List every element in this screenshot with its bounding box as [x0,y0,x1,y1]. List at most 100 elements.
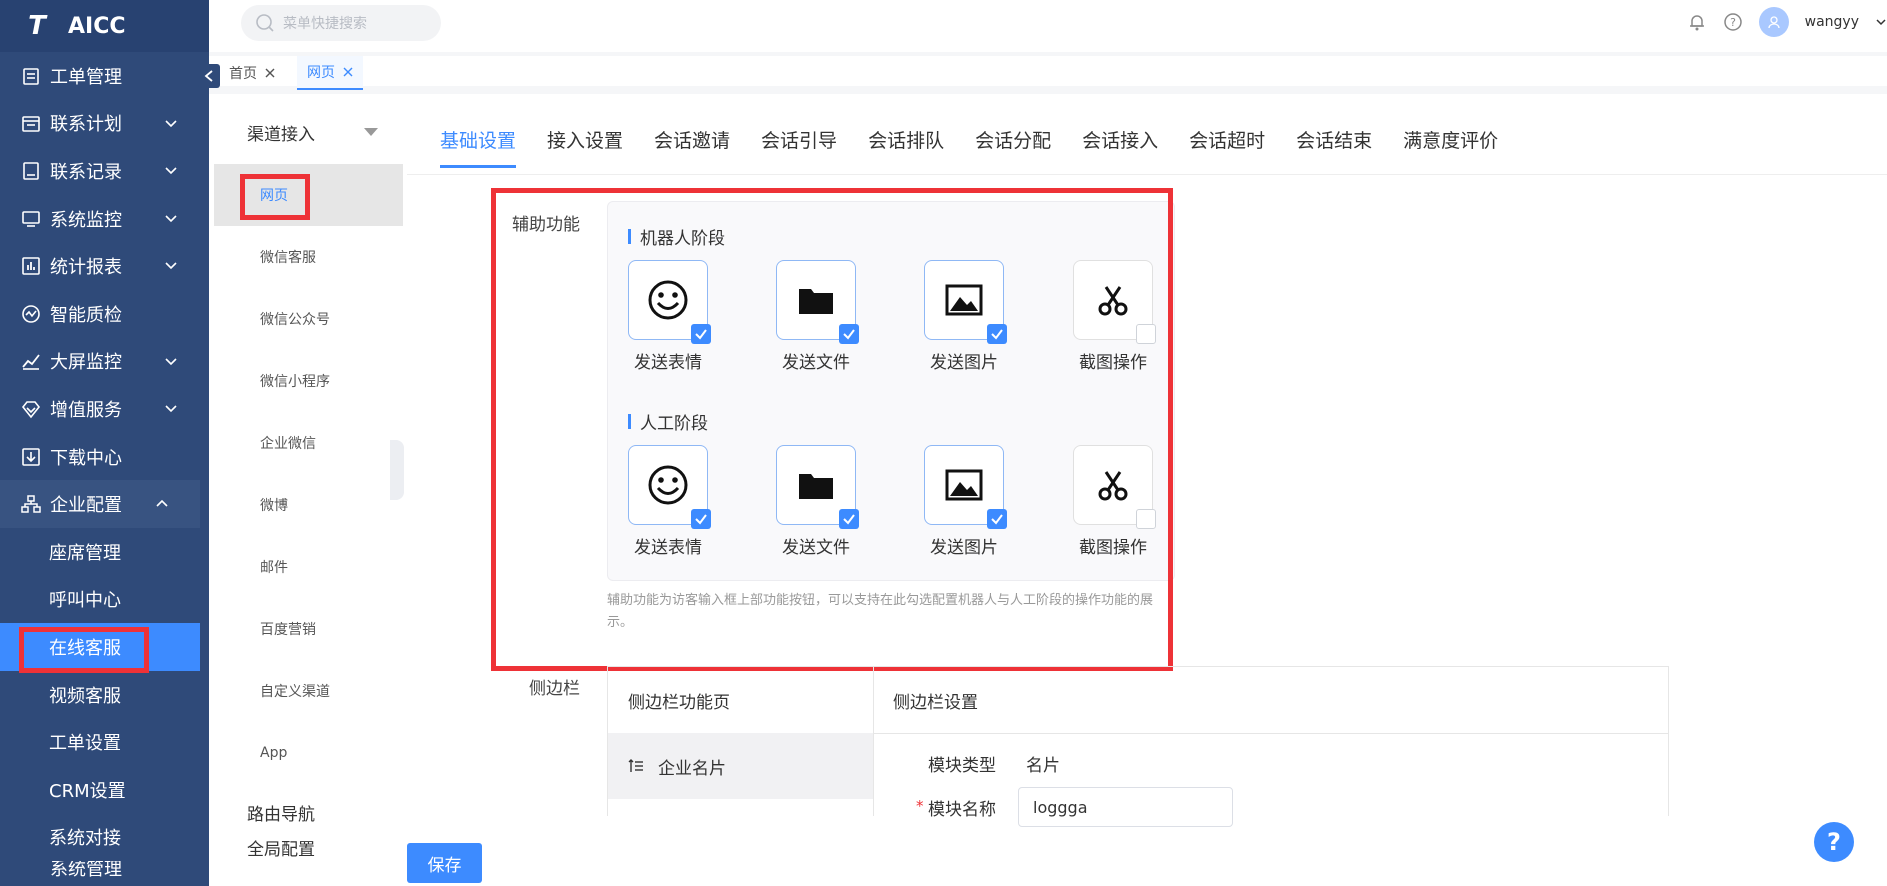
channel-item-app[interactable]: App [214,722,403,784]
sidebar-subitem-crm[interactable]: CRM设置 [0,766,209,814]
channel-item-label: 微信小程序 [260,374,330,390]
chevron-left-icon [204,70,213,82]
sidebar-item-value-added[interactable]: 增值服务 [0,385,209,433]
sidebar-subitem-call-center[interactable]: 呼叫中心 [0,576,209,624]
sidebar-page-row[interactable]: 企业名片 [608,733,873,799]
sidebar-item-label: 智能质检 [50,304,122,326]
menu-search-input[interactable]: 菜单快捷搜索 [241,5,441,41]
sidebar-item-big-screen[interactable]: 大屏监控 [0,338,209,386]
sidebar-item-download[interactable]: 下载中心 [0,433,209,481]
tab-satisfaction[interactable]: 满意度评价 [1403,126,1498,168]
page-tab-web[interactable]: 网页 [297,56,363,90]
channel-item-wecom[interactable]: 企业微信 [214,412,403,474]
sidebar-item-contact-record[interactable]: 联系记录 [0,147,209,195]
chevron-up-icon [156,500,168,507]
sidebar-item-workorder[interactable]: 工单管理 [0,52,209,100]
highlight-online-service [19,627,149,673]
channel-item-baidu[interactable]: 百度营销 [214,598,403,660]
avatar[interactable] [1758,7,1789,37]
channel-item-email[interactable]: 邮件 [214,536,403,598]
tab-session-timeout[interactable]: 会话超时 [1189,126,1265,168]
tab-session-queue[interactable]: 会话排队 [868,126,944,168]
sidebar-item-label: 联系计划 [50,114,122,136]
app-logo[interactable]: T AICC [0,0,209,52]
page-tab-home[interactable]: 首页 [219,56,285,90]
sidebar-subitem-integration[interactable]: 系统对接 [0,814,209,862]
chevron-down-icon[interactable] [1875,16,1887,28]
chevron-down-icon [165,120,177,127]
collapse-sidebar-button[interactable] [198,64,220,88]
sidebar-item-stat-report[interactable]: 统计报表 [0,242,209,290]
settings-tabs: 基础设置 接入设置 会话邀请 会话引导 会话排队 会话分配 会话接入 会话超时 … [440,126,1529,168]
search-placeholder: 菜单快捷搜索 [283,16,367,32]
chevron-down-icon [165,215,177,222]
sidebar-subitem-workorder-settings[interactable]: 工单设置 [0,718,209,766]
svg-text:?: ? [1730,16,1736,29]
channel-item-label: 自定义渠道 [260,684,330,700]
sidebar-item-label: 统计报表 [50,257,122,279]
gear-icon [20,861,42,881]
sidebar-subitem-video-service[interactable]: 视频客服 [0,671,209,719]
monitor-icon [20,208,42,230]
clipboard-icon [20,65,42,87]
sidebar-item-label: 下载中心 [50,447,122,469]
sidebar-subitem-label: 呼叫中心 [49,590,121,612]
channel-panel: 渠道接入 网页 微信客服 微信公众号 微信小程序 企业微信 微博 邮件 百度营销… [214,102,403,886]
sidebar-item-quality[interactable]: 智能质检 [0,290,209,338]
save-button[interactable]: 保存 [407,843,482,883]
tab-session-invite[interactable]: 会话邀请 [654,126,730,168]
channel-item-wecom-service[interactable]: 微信客服 [214,226,403,288]
chevron-down-icon [165,405,177,413]
sidebar-item-system-monitor[interactable]: 系统监控 [0,195,209,243]
channel-group-routing[interactable]: 路由导航 [214,784,403,840]
sidebar-subitem-label: 系统对接 [49,828,121,850]
tab-session-end[interactable]: 会话结束 [1296,126,1372,168]
sidebar-item-system-admin[interactable]: 系统管理 [0,861,209,881]
close-icon[interactable] [265,68,275,78]
main-content: 基础设置 接入设置 会话邀请 会话引导 会话排队 会话分配 会话接入 会话超时 … [407,102,1887,886]
help-float-button[interactable]: ? [1814,822,1854,862]
user-name[interactable]: wangyy [1805,14,1859,30]
tab-session-accept[interactable]: 会话接入 [1082,126,1158,168]
chevron-down-icon [165,357,177,365]
sidebar-subitem-label: 视频客服 [49,685,121,707]
channel-item-label: 微信客服 [260,250,316,266]
module-name-input[interactable] [1018,787,1233,827]
channel-group-global[interactable]: 全局配置 [214,840,403,860]
bell-icon[interactable] [1687,12,1707,32]
download-icon [20,446,42,468]
channel-item-custom[interactable]: 自定义渠道 [214,660,403,722]
sidebar-subitem-seat[interactable]: 座席管理 [0,528,209,576]
sidebar-page-label: 企业名片 [658,758,726,779]
sidebar-item-label: 企业配置 [50,495,122,517]
chart-icon [20,255,42,277]
search-icon [256,14,274,32]
sidebar-item-label: 大屏监控 [50,352,122,374]
tab-session-guide[interactable]: 会话引导 [761,126,837,168]
sidebar-item-label: 系统管理 [50,861,122,881]
sidebar-item-contact-plan[interactable]: 联系计划 [0,100,209,148]
help-circle-icon[interactable]: ? [1723,12,1743,32]
channel-group-access[interactable]: 渠道接入 [214,110,403,154]
sidebar-item-enterprise-config[interactable]: 企业配置 [0,480,200,528]
logo-icon: T [28,11,46,41]
panel-splitter-handle[interactable] [390,440,404,500]
tab-access-settings[interactable]: 接入设置 [547,126,623,168]
channel-group-label: 路由导航 [247,804,315,825]
sidebar-config-label: 侧边栏 [529,679,580,699]
drag-sort-icon[interactable] [628,758,644,774]
record-icon [20,160,42,182]
top-bar: 菜单快捷搜索 ? wangyy [209,0,1887,52]
close-icon[interactable] [343,67,353,77]
channel-item-wechat-oa[interactable]: 微信公众号 [214,288,403,350]
required-mark: * [916,797,924,815]
tab-session-assign[interactable]: 会话分配 [975,126,1051,168]
channel-item-wechat-miniapp[interactable]: 微信小程序 [214,350,403,412]
sidebar-subitem-label: 座席管理 [49,542,121,564]
caret-down-icon [364,128,378,136]
sidebar-item-label: 工单管理 [50,66,122,88]
sidebar-pages-header: 侧边栏功能页 [628,692,730,713]
channel-item-label: 企业微信 [260,436,316,452]
tab-basic-settings[interactable]: 基础设置 [440,126,517,168]
channel-item-weibo[interactable]: 微博 [214,474,403,536]
